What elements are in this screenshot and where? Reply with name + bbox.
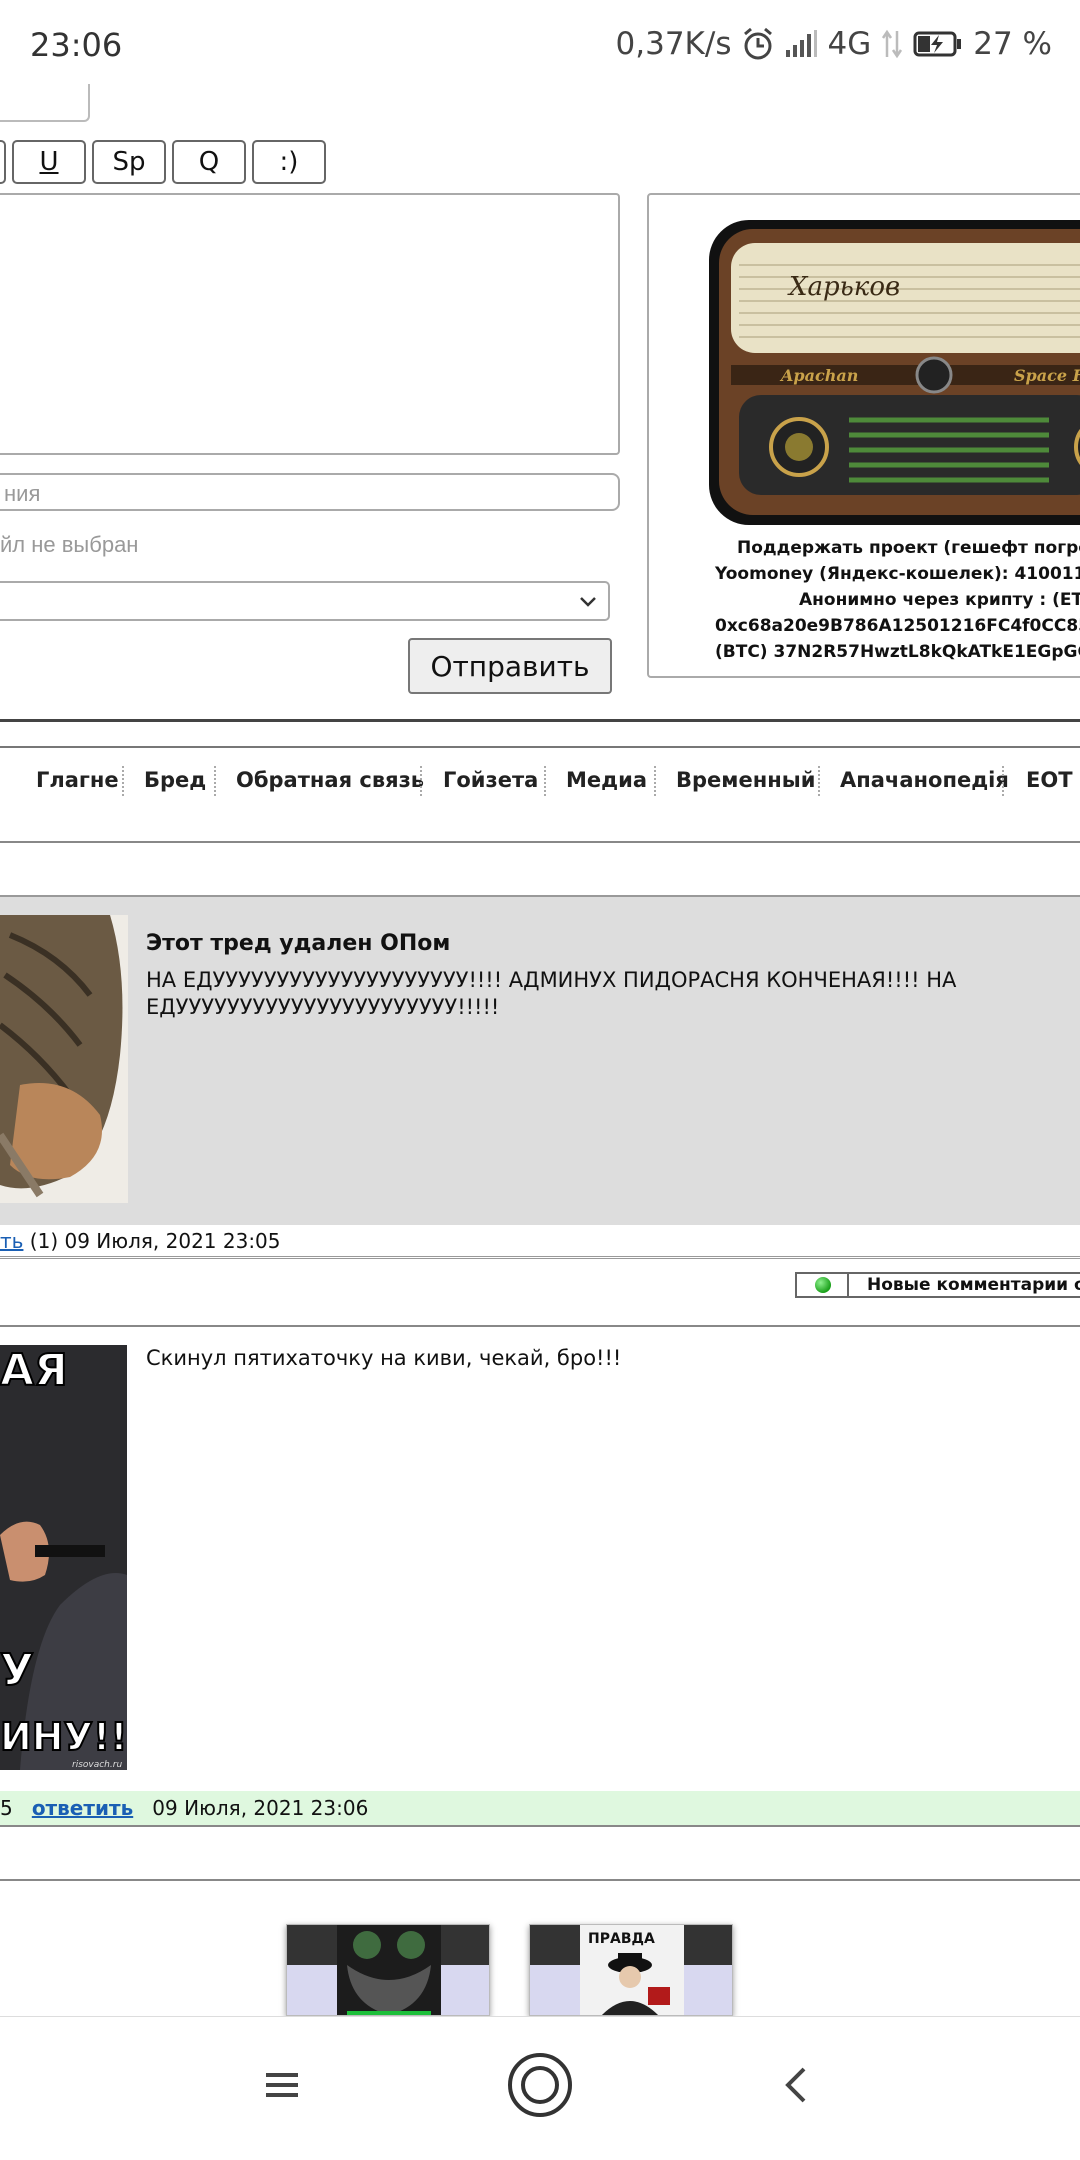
donate-info: Поддержать проект (гешефт погром Yoomone… <box>649 535 1080 665</box>
op-footer: ть (1) 09 Июля, 2021 23:05 <box>0 1225 1080 1259</box>
home-icon[interactable] <box>506 2053 574 2123</box>
meme-caption-bottom: ИНУ!!! <box>0 1715 127 1759</box>
nav-item-wiki[interactable]: Апачанопедія <box>840 768 1009 792</box>
status-icons: 0,37K/s 4G 27 % <box>616 26 1052 62</box>
op-text: НА ЕДУУУУУУУУУУУУУУУУУУУУ!!!! АДМИНУХ ПИ… <box>146 968 957 1019</box>
op-meta: (1) 09 Июля, 2021 23:05 <box>29 1229 281 1253</box>
network-type: 4G <box>827 26 872 62</box>
submit-button[interactable]: Отправить <box>408 638 612 694</box>
nav-item-main[interactable]: Глагне <box>36 768 119 792</box>
status-bar: 23:06 0,37K/s 4G 27 % <box>0 0 1080 92</box>
chevron-down-icon <box>578 591 598 615</box>
name-field[interactable] <box>0 84 90 122</box>
nav-item-feedback[interactable]: Обратная связь <box>236 768 424 792</box>
comment-text: Скинул пятихаточку на киви, чекай, бро!!… <box>146 1346 622 1370</box>
comment-number: 5 <box>0 1796 13 1820</box>
new-comments-toggle[interactable]: Новые комментарии ото <box>795 1272 1080 1298</box>
format-button-partial[interactable] <box>0 140 6 184</box>
status-time: 23:06 <box>30 26 123 64</box>
spoiler-button[interactable]: Sp <box>92 140 166 184</box>
net-speed: 0,37K/s <box>615 26 732 62</box>
thumb-title: ПРАВДА <box>588 1931 655 1947</box>
nav-separator <box>122 766 124 796</box>
reply-link[interactable]: ть <box>0 1229 23 1253</box>
divider <box>0 719 1080 722</box>
file-status[interactable]: йл не выбран <box>0 532 138 558</box>
system-nav-bar <box>0 2016 1080 2160</box>
op-thumbnail[interactable] <box>0 915 128 1203</box>
donate-line: Анонимно через крипту : (ETH <box>799 590 1080 610</box>
site-nav: Глагне Бред Обратная связь Гойзета Медиа… <box>0 756 1080 806</box>
meme-caption-mid: У <box>0 1645 34 1696</box>
nav-item-media[interactable]: Медиа <box>566 768 647 792</box>
op-title: Этот тред удален ОПом <box>146 931 451 956</box>
radio-left-label: Apachan <box>779 366 858 385</box>
smiley-button[interactable]: :) <box>252 140 326 184</box>
comment-date: 09 Июля, 2021 23:06 <box>152 1796 369 1820</box>
donate-line: Yoomoney (Яндекс-кошелек): 41001155 <box>715 564 1080 584</box>
banner-thumb[interactable]: ПРАВДА <box>529 1924 733 2016</box>
signal-icon <box>785 30 818 58</box>
green-dot-icon <box>815 1277 831 1293</box>
menu-icon[interactable] <box>262 2057 302 2117</box>
nav-item-eot[interactable]: EOT <box>1026 768 1073 792</box>
divider <box>0 841 1080 843</box>
subject-input[interactable]: ния <box>0 473 620 511</box>
nav-separator <box>214 766 216 796</box>
back-icon[interactable] <box>780 2057 810 2117</box>
quote-button[interactable]: Q <box>172 140 246 184</box>
nav-item-b[interactable]: Бред <box>144 768 206 792</box>
underline-button[interactable]: U <box>12 140 86 184</box>
nav-separator <box>818 766 820 796</box>
data-arrows-icon <box>881 29 903 59</box>
battery-icon <box>913 30 963 58</box>
radio-right-label: Space F <box>1014 366 1080 385</box>
radio-image[interactable]: Харьков Apachan Space F <box>709 215 1080 535</box>
meme-caption-top: АЯ <box>0 1345 68 1396</box>
divider <box>0 1879 1080 1881</box>
donate-line: (BTC) 37N2R57HwztL8kQkATkE1EGpGC <box>715 642 1080 662</box>
alarm-icon <box>741 27 775 61</box>
option-select[interactable] <box>0 581 610 621</box>
divider <box>0 746 1080 748</box>
thread-op: Этот тред удален ОПом НА ЕДУУУУУУУУУУУУУ… <box>0 895 1080 1225</box>
comment-image[interactable]: АЯ У ИНУ!!! risovach.ru <box>0 1345 127 1770</box>
nav-item-news[interactable]: Гойзета <box>443 768 538 792</box>
battery-percent: 27 % <box>973 26 1052 62</box>
status-cell <box>797 1274 849 1296</box>
radio-brand: Харьков <box>787 272 900 302</box>
new-comments-label: Новые комментарии ото <box>867 1275 1080 1295</box>
divider <box>0 1325 1080 1327</box>
donate-line: 0xc68a20e9B786A12501216FC4f0CC85 <box>715 616 1080 636</box>
nav-separator <box>544 766 546 796</box>
meme-watermark: risovach.ru <box>72 1760 122 1770</box>
comment-footer: 5 ответить 09 Июля, 2021 23:06 <box>0 1791 1080 1827</box>
message-textarea[interactable] <box>0 193 620 455</box>
nav-separator <box>654 766 656 796</box>
banner-thumb[interactable] <box>286 1924 490 2016</box>
radio-panel: Харьков Apachan Space F Поддержать проек… <box>647 193 1080 678</box>
reply-link[interactable]: ответить <box>32 1796 133 1820</box>
nav-item-temporary[interactable]: Временный <box>676 768 815 792</box>
nav-separator <box>420 766 422 796</box>
donate-line: Поддержать проект (гешефт погром <box>737 538 1080 558</box>
nav-separator <box>1002 766 1004 796</box>
